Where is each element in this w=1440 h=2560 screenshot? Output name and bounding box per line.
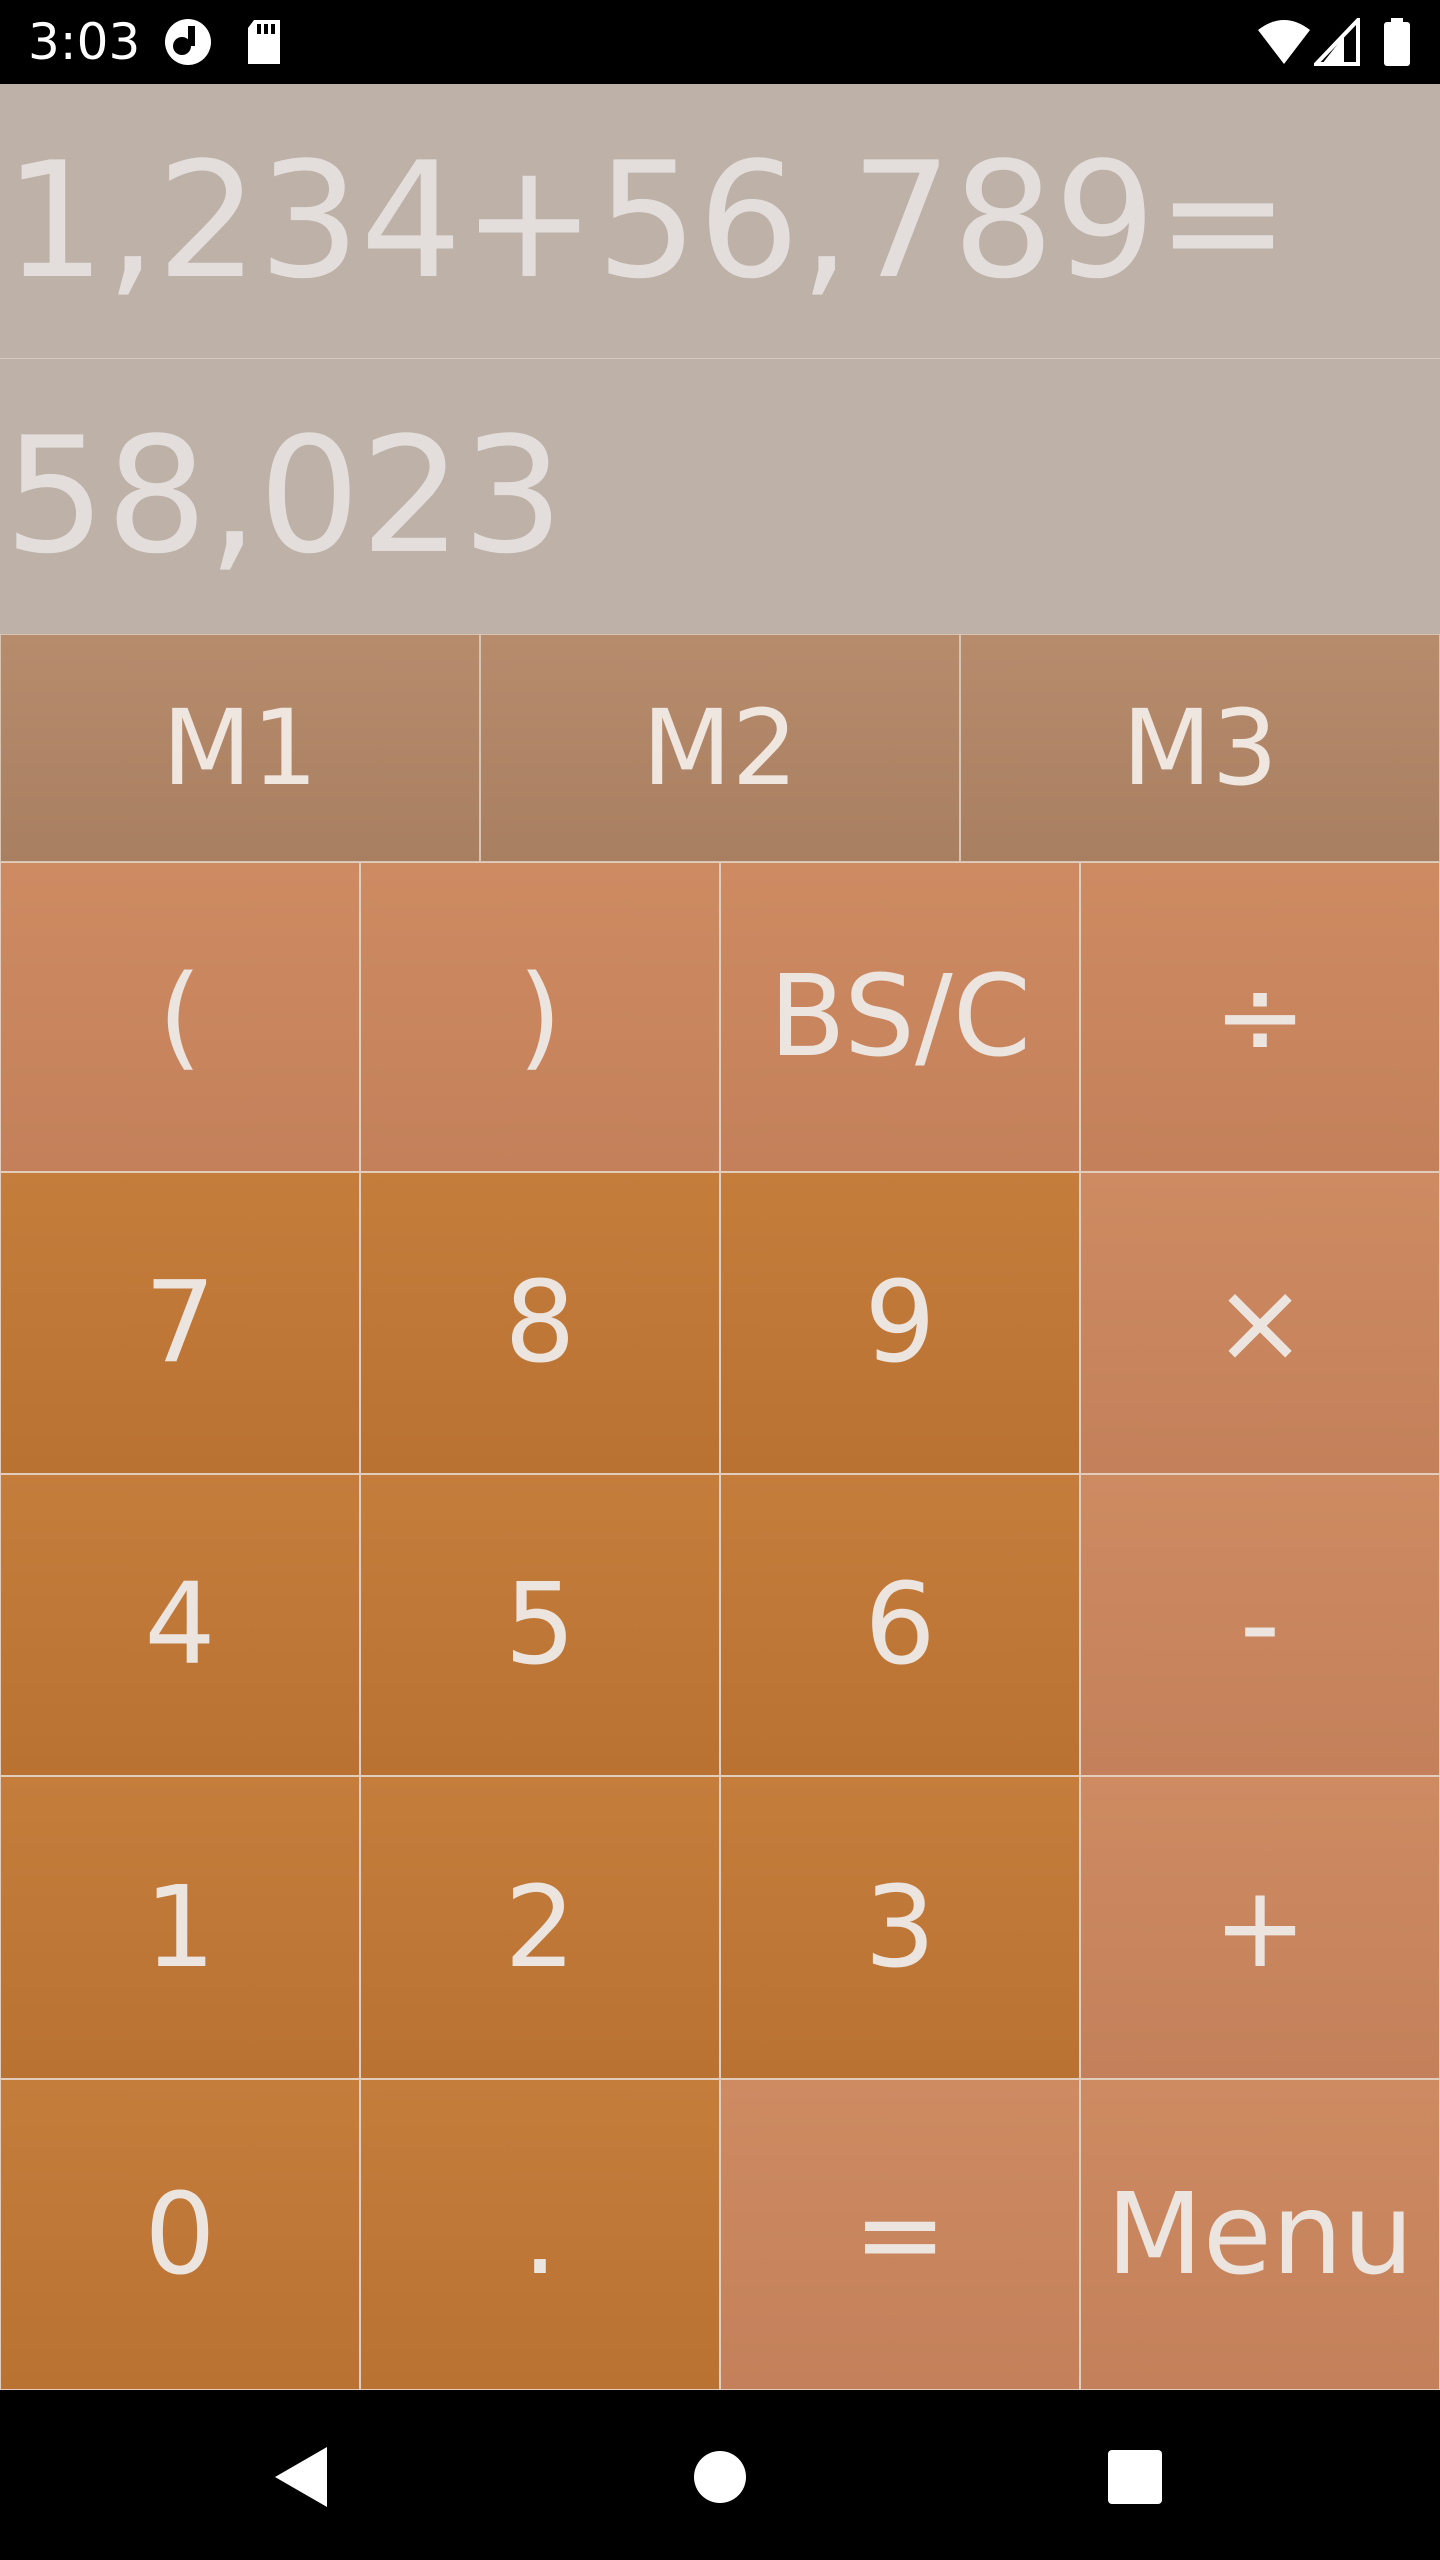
status-time: 3:03: [28, 13, 141, 71]
result-display: 58,023: [4, 402, 564, 589]
calculator-screen: 3:03 1,234+56,789= 58,023 M1 M2 M3 () B…: [0, 0, 1440, 2560]
key-decimal-point[interactable]: .: [360, 2079, 720, 2390]
app-notification-icon: [162, 18, 214, 66]
key-equals[interactable]: =: [720, 2079, 1080, 2390]
navigation-bar: [0, 2390, 1440, 2560]
home-icon[interactable]: [675, 2432, 765, 2522]
key-divide[interactable]: ÷: [1080, 862, 1440, 1172]
calculator-display: 1,234+56,789= 58,023: [0, 84, 1440, 634]
key-digit-2[interactable]: 2: [360, 1776, 720, 2079]
key-digit-4[interactable]: 4: [0, 1474, 360, 1776]
key-digit-1[interactable]: 1: [0, 1776, 360, 2079]
back-icon[interactable]: [257, 2432, 347, 2522]
memory-button-m1[interactable]: M1: [0, 634, 480, 862]
memory-button-m3[interactable]: M3: [960, 634, 1440, 862]
memory-row: M1 M2 M3: [0, 634, 1440, 862]
key-digit-8[interactable]: 8: [360, 1172, 720, 1474]
key-open-paren[interactable]: (: [0, 862, 360, 1172]
key-digit-3[interactable]: 3: [720, 1776, 1080, 2079]
key-backspace-clear[interactable]: BS/C: [720, 862, 1080, 1172]
battery-icon: [1382, 18, 1412, 66]
key-digit-5[interactable]: 5: [360, 1474, 720, 1776]
keypad: () BS/C ÷ 7 8 9 × 4 5 6- 1 2 3 +0. = Menu: [0, 862, 1440, 2390]
key-subtract[interactable]: -: [1080, 1474, 1440, 1776]
wifi-icon: [1256, 18, 1312, 66]
cell-signal-icon: [1314, 18, 1360, 66]
recents-icon[interactable]: [1090, 2432, 1180, 2522]
key-digit-7[interactable]: 7: [0, 1172, 360, 1474]
sd-card-icon: [244, 18, 284, 66]
key-digit-0[interactable]: 0: [0, 2079, 360, 2390]
key-digit-9[interactable]: 9: [720, 1172, 1080, 1474]
key-menu[interactable]: Menu: [1080, 2079, 1440, 2390]
key-add[interactable]: +: [1080, 1776, 1440, 2079]
key-digit-6[interactable]: 6: [720, 1474, 1080, 1776]
expression-display: 1,234+56,789=: [4, 127, 1291, 314]
key-close-paren[interactable]: ): [360, 862, 720, 1172]
memory-button-m2[interactable]: M2: [480, 634, 960, 862]
key-multiply[interactable]: ×: [1080, 1172, 1440, 1474]
status-bar: 3:03: [0, 0, 1440, 84]
